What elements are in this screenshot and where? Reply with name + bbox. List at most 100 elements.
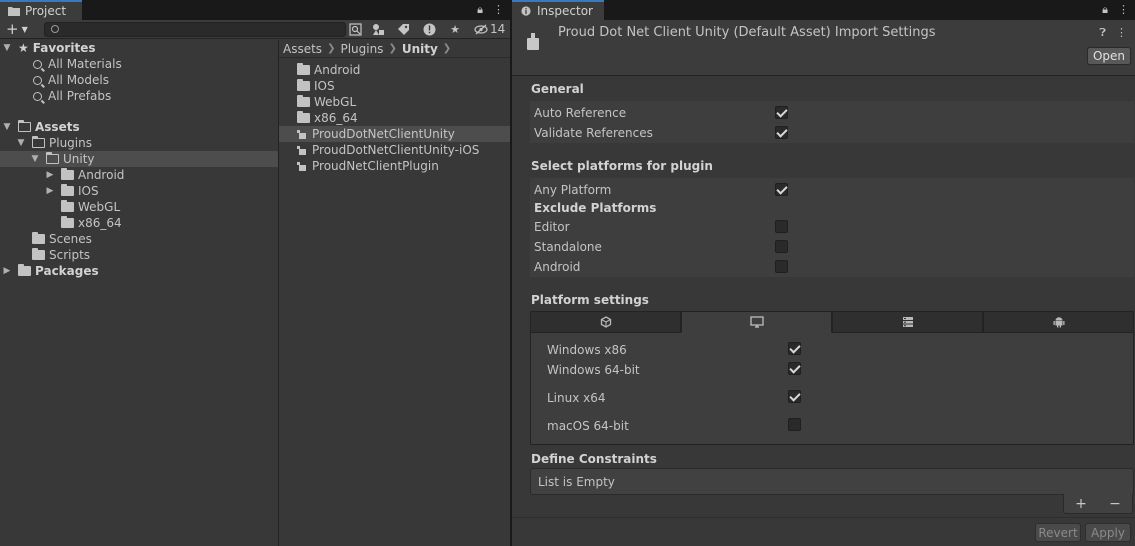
favorite-label: All Materials — [48, 57, 122, 71]
tab-inspector-label: Inspector — [537, 4, 593, 18]
project-tab-controls: 🔒︎ ⋮ — [477, 3, 504, 17]
list-item[interactable]: ProudDotNetClientUnity-iOS — [279, 142, 510, 158]
filter-by-label-icon[interactable] — [394, 22, 412, 37]
list-footer: + − — [1063, 494, 1133, 514]
tab-platform-server[interactable] — [832, 311, 983, 333]
exclude-editor-checkbox[interactable] — [775, 220, 788, 233]
list-item[interactable]: WebGL — [279, 94, 510, 110]
android-icon — [1053, 317, 1064, 328]
expand-arrow-icon[interactable]: ▼ — [30, 154, 40, 164]
apply-button[interactable]: Apply — [1085, 523, 1131, 542]
folder-icon — [8, 7, 20, 16]
tree-item-plugins[interactable]: ▼ Plugins — [0, 135, 278, 151]
list-item-selected[interactable]: ProudDotNetClientUnity — [279, 126, 510, 142]
plugins-label: Plugins — [49, 136, 92, 150]
hidden-packages-toggle[interactable]: 14 — [474, 22, 505, 36]
chevron-right-icon: ❯ — [327, 43, 336, 54]
desktop-icon — [749, 316, 764, 328]
linux-x64-checkbox[interactable] — [788, 390, 801, 403]
settings-icon[interactable]: ⋮ — [1116, 26, 1127, 40]
windows-x86-label: Windows x86 — [547, 343, 627, 357]
help-icon[interactable]: ❓︎ — [1099, 26, 1106, 40]
expand-arrow-icon[interactable]: ▶ — [2, 266, 12, 276]
remove-constraint-button[interactable]: − — [1109, 496, 1121, 512]
linux-x64-label: Linux x64 — [547, 391, 606, 405]
lock-icon[interactable]: 🔒︎ — [477, 3, 483, 17]
star-favorite-icon[interactable]: ★ — [446, 22, 464, 37]
list-item-label: Android — [314, 63, 361, 77]
expand-arrow-icon[interactable]: ▼ — [2, 43, 12, 53]
assets-label: Assets — [35, 120, 80, 134]
search-input[interactable] — [44, 22, 346, 37]
tree-item-scenes[interactable]: Scenes — [0, 231, 278, 247]
filter-by-type-icon[interactable] — [369, 22, 387, 37]
list-item[interactable]: IOS — [279, 78, 510, 94]
auto-reference-label: Auto Reference — [534, 106, 627, 120]
favorites-label: Favorites — [32, 41, 96, 55]
tree-item-webgl[interactable]: WebGL — [0, 199, 278, 215]
macos-64-checkbox[interactable] — [788, 418, 801, 431]
tab-project-label: Project — [25, 4, 67, 18]
tab-inspector[interactable]: Inspector — [512, 0, 604, 20]
inspector-tabstrip: Inspector 🔒︎ ⋮ — [512, 0, 1135, 20]
tree-item-favorites[interactable]: ▼ ★ Favorites — [0, 40, 278, 56]
tree-item-assets[interactable]: ▼ Assets — [0, 119, 278, 135]
tree-item-android[interactable]: ▶ Android — [0, 167, 278, 183]
tree-item-favorite[interactable]: All Models — [0, 72, 278, 88]
list-item-label: ProudDotNetClientUnity-iOS — [312, 143, 480, 157]
tab-platform-default[interactable] — [530, 311, 681, 333]
windows-64-checkbox[interactable] — [788, 362, 801, 375]
list-item-label: ProudNetClientPlugin — [312, 159, 439, 173]
tab-platform-android[interactable] — [983, 311, 1134, 333]
auto-reference-checkbox[interactable] — [775, 106, 788, 119]
expand-arrow-icon[interactable]: ▶ — [45, 186, 55, 196]
folder-icon — [297, 79, 310, 91]
any-platform-checkbox[interactable] — [775, 183, 788, 196]
scripts-label: Scripts — [49, 248, 91, 262]
revert-button[interactable]: Revert — [1035, 523, 1081, 542]
more-menu-icon[interactable]: ⋮ — [1118, 3, 1129, 17]
tree-item-unity[interactable]: ▼ Unity — [0, 151, 278, 167]
more-menu-icon[interactable]: ⋮ — [493, 3, 504, 17]
open-button[interactable]: Open — [1087, 47, 1131, 65]
search-by-type-icon[interactable] — [346, 22, 364, 37]
favorite-label: All Prefabs — [48, 89, 112, 103]
exclude-android-checkbox[interactable] — [775, 260, 788, 273]
folder-open-icon — [31, 135, 45, 148]
exclude-standalone-checkbox[interactable] — [775, 240, 788, 253]
expand-arrow-icon[interactable]: ▶ — [45, 170, 55, 180]
info-icon — [521, 6, 531, 16]
list-item[interactable]: x86_64 — [279, 110, 510, 126]
plugin-icon — [297, 161, 306, 171]
validate-references-checkbox[interactable] — [775, 126, 788, 139]
expand-arrow-icon[interactable]: ▼ — [16, 138, 26, 148]
create-button[interactable]: + ▼ — [6, 20, 34, 38]
tree-item-ios[interactable]: ▶ IOS — [0, 183, 278, 199]
validate-references-label: Validate References — [534, 126, 653, 140]
tab-project[interactable]: Project — [0, 0, 82, 20]
tree-item-packages[interactable]: ▶ Packages — [0, 263, 278, 279]
define-constraints-list: List is Empty — [530, 468, 1134, 495]
tab-platform-standalone[interactable] — [681, 311, 832, 333]
scenes-label: Scenes — [49, 232, 92, 246]
tree-item-favorite[interactable]: All Materials — [0, 56, 278, 72]
exclude-standalone-label: Standalone — [534, 240, 602, 254]
lock-icon[interactable]: 🔒︎ — [1102, 3, 1108, 17]
footer-divider — [512, 517, 1135, 518]
windows-x86-checkbox[interactable] — [788, 342, 801, 355]
unity-label: Unity — [63, 152, 95, 166]
breadcrumb-item[interactable]: Plugins — [340, 42, 383, 56]
add-constraint-button[interactable]: + — [1075, 496, 1087, 512]
tree-item-favorite[interactable]: All Prefabs — [0, 88, 278, 104]
tree-item-x86-64[interactable]: x86_64 — [0, 215, 278, 231]
folder-label: x86_64 — [78, 216, 122, 230]
favorite-label: All Models — [48, 73, 109, 87]
breadcrumb-current[interactable]: Unity — [402, 42, 438, 56]
list-item[interactable]: ProudNetClientPlugin — [279, 158, 510, 174]
warning-filter-icon[interactable] — [420, 22, 438, 37]
breadcrumb-item[interactable]: Assets — [283, 42, 322, 56]
list-item[interactable]: Android — [279, 62, 510, 78]
inspector-tab-controls: 🔒︎ ⋮ — [1102, 3, 1129, 17]
expand-arrow-icon[interactable]: ▼ — [2, 122, 12, 132]
tree-item-scripts[interactable]: Scripts — [0, 247, 278, 263]
